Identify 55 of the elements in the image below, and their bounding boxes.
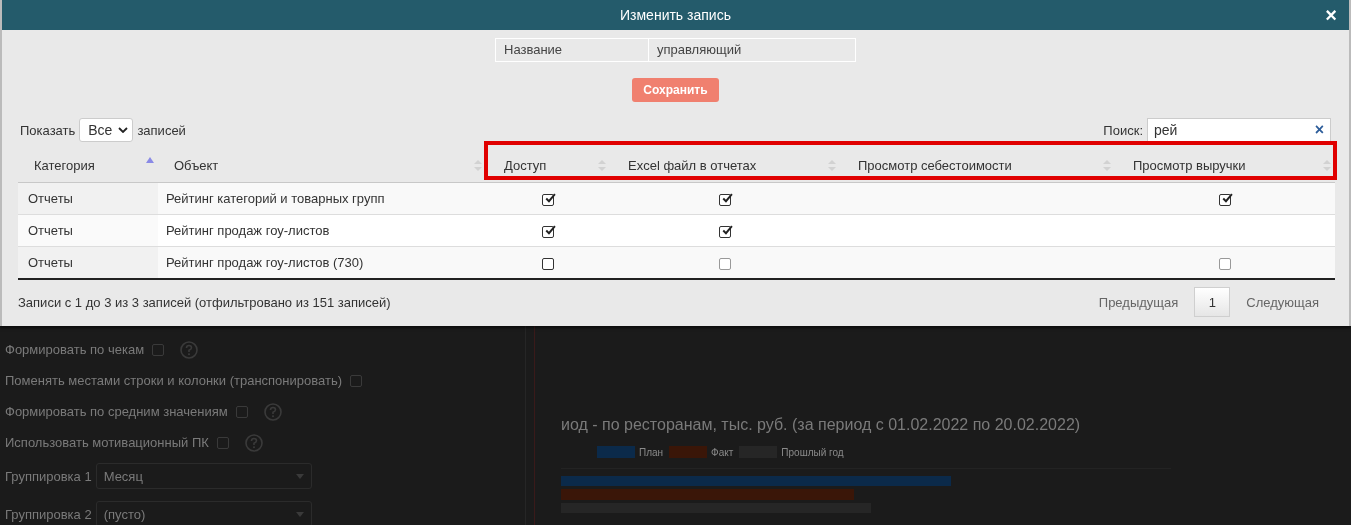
show-label: Показать (20, 122, 76, 138)
search-field[interactable]: рей × (1147, 118, 1331, 142)
checkbox[interactable] (542, 225, 554, 238)
option-label: Использовать мотивационный ПК (5, 435, 209, 450)
checkbox[interactable] (216, 436, 229, 449)
table-cell: Рейтинг продаж гоу-листов (730) (158, 246, 486, 279)
legend-label: Прошлый год (781, 446, 844, 458)
legend-label: Факт (711, 446, 734, 458)
name-field[interactable]: управляющий (649, 38, 856, 62)
table-cell: Отчеты (18, 182, 158, 215)
checkbox[interactable] (719, 193, 731, 206)
checkbox[interactable] (1219, 193, 1231, 206)
column-header[interactable]: Просмотр себестоимости (840, 148, 1115, 183)
grouping-dropdown[interactable]: (пусто) (95, 501, 312, 525)
caret-icon (295, 473, 304, 479)
column-header[interactable]: Доступ (486, 148, 610, 183)
help-icon[interactable] (244, 433, 263, 452)
legend-label: План (639, 446, 664, 458)
search-label: Поиск: (1103, 122, 1143, 138)
column-header[interactable]: Excel файл в отчетах (610, 148, 840, 183)
grouping-dropdown[interactable]: Месяц (95, 463, 312, 489)
checkbox[interactable] (719, 225, 731, 238)
checkbox[interactable] (152, 343, 165, 356)
entries-label: записей (137, 122, 186, 138)
sort-arrow-icon (146, 156, 154, 164)
option-label: Формировать по чекам (5, 342, 145, 357)
checkbox[interactable] (235, 405, 248, 418)
caret-icon (295, 511, 304, 517)
checkbox[interactable] (350, 374, 362, 387)
previous-link[interactable]: Предыдущая (1098, 294, 1179, 310)
table-cell: Отчеты (18, 214, 158, 247)
column-header[interactable]: Категория (18, 148, 158, 183)
grouping-label: Группировка 2 (5, 506, 92, 522)
help-icon[interactable] (180, 340, 199, 359)
table-cell: Рейтинг продаж гоу-листов (158, 214, 486, 247)
next-link[interactable]: Следующая (1246, 294, 1319, 310)
column-header[interactable]: Просмотр выручки (1115, 148, 1335, 183)
table-cell: Отчеты (18, 246, 158, 279)
option-label: Поменять местами строки и колонки (транспонировать) (5, 373, 342, 388)
field-label: Название (495, 38, 649, 62)
checkbox[interactable] (542, 193, 554, 206)
column-header[interactable]: Объект (158, 148, 486, 183)
chart-title: иод - по ресторанам, тыс. руб. (за период с 01.02.2022 по 20.02.2022) (561, 416, 1082, 434)
close-button[interactable]: × (1321, 5, 1341, 25)
table-cell: Рейтинг категорий и товарных групп (158, 182, 486, 215)
records-info: Записи с 1 до 3 из 3 записей (отфильтровано из 151 записей) (18, 294, 391, 310)
clear-icon[interactable]: × (1314, 121, 1324, 139)
checkbox[interactable] (542, 257, 554, 270)
entries-dropdown[interactable]: Все (79, 118, 134, 142)
dialog-title: Изменить запись (620, 7, 731, 23)
caret-icon (118, 127, 129, 133)
option-label: Формировать по средним значениям (5, 404, 228, 419)
page-button[interactable]: 1 (1194, 287, 1231, 317)
grouping-label: Группировка 1 (5, 468, 92, 484)
help-icon[interactable] (263, 402, 282, 421)
